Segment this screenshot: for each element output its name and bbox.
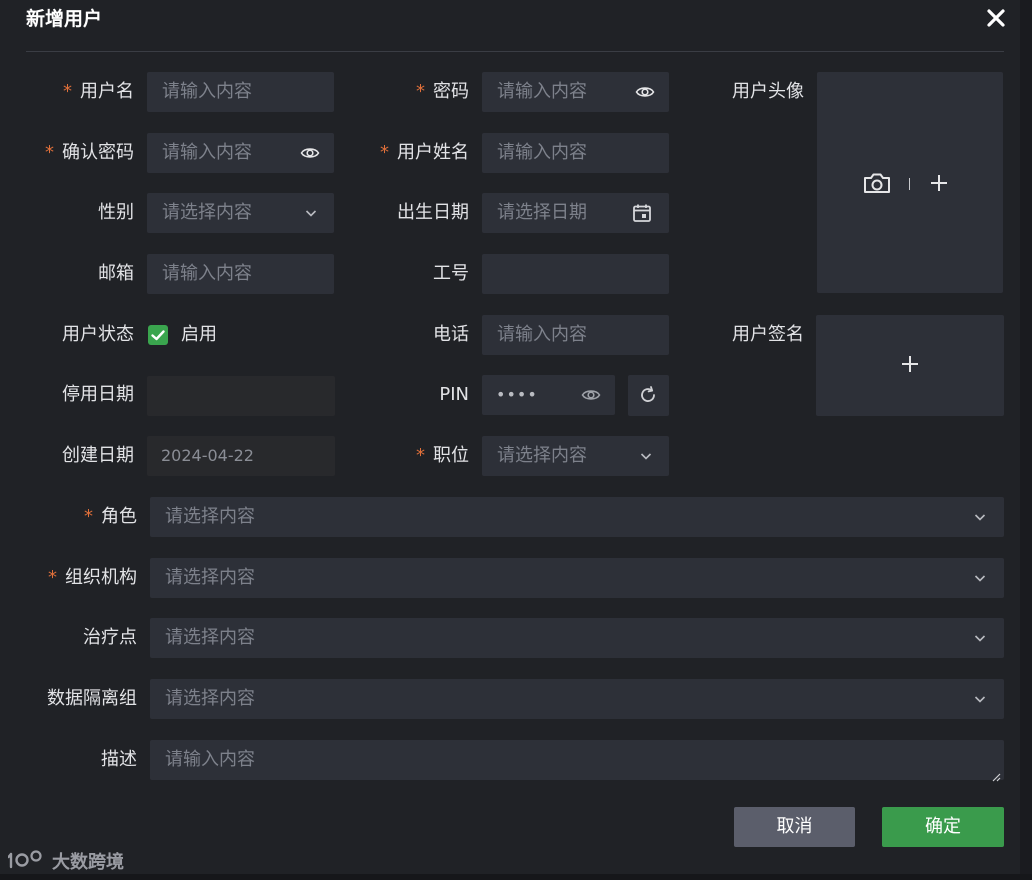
- required-mark: *: [45, 142, 54, 163]
- phone-placeholder: 请输入内容: [497, 324, 587, 345]
- username-placeholder: 请输入内容: [162, 81, 252, 102]
- position-label: * 职位: [416, 445, 469, 466]
- chevron-down-icon: [970, 628, 990, 648]
- treatment-point-placeholder: 请选择内容: [165, 627, 255, 648]
- treatment-point-label: 治疗点: [83, 627, 137, 648]
- header-divider: [26, 51, 1004, 52]
- pin-value: ••••: [496, 385, 538, 404]
- disable-date-label: 停用日期: [62, 384, 134, 405]
- chevron-down-icon: [970, 507, 990, 527]
- treatment-point-select[interactable]: 请选择内容: [150, 618, 1004, 658]
- email-label: 邮箱: [98, 263, 134, 284]
- page-edge-bottom: [0, 874, 1032, 880]
- chevron-down-icon: [970, 568, 990, 588]
- gender-label: 性别: [98, 202, 134, 223]
- cancel-button[interactable]: 取消: [734, 807, 855, 847]
- description-placeholder: 请输入内容: [165, 749, 255, 770]
- required-mark: *: [63, 81, 72, 102]
- real-name-label: * 用户姓名: [380, 142, 469, 163]
- confirm-password-label: * 确认密码: [45, 142, 134, 163]
- close-icon[interactable]: [984, 6, 1008, 30]
- create-date-input: 2024-04-22: [147, 436, 335, 476]
- signature-label: 用户签名: [732, 324, 804, 345]
- position-select[interactable]: 请选择内容: [482, 436, 669, 476]
- required-mark: *: [380, 142, 389, 163]
- pin-input[interactable]: ••••: [482, 375, 615, 415]
- organization-select[interactable]: 请选择内容: [150, 558, 1004, 598]
- birth-date-placeholder: 请选择日期: [497, 202, 587, 223]
- password-placeholder: 请输入内容: [497, 81, 587, 102]
- eye-icon[interactable]: [581, 385, 601, 405]
- email-placeholder: 请输入内容: [162, 263, 252, 284]
- dialog-title: 新增用户: [26, 8, 103, 30]
- phone-label: 电话: [433, 324, 469, 345]
- email-input[interactable]: 请输入内容: [147, 254, 334, 294]
- chevron-down-icon: [970, 689, 990, 709]
- username-label: * 用户名: [63, 81, 134, 102]
- role-placeholder: 请选择内容: [165, 506, 255, 527]
- pin-label: PIN: [439, 384, 469, 405]
- avatar-separator: [909, 178, 910, 190]
- role-label: * 角色: [84, 506, 137, 527]
- required-mark: *: [84, 506, 93, 527]
- camera-icon: [862, 171, 892, 199]
- birth-date-picker[interactable]: 请选择日期: [482, 193, 669, 233]
- description-label: 描述: [101, 749, 137, 770]
- calendar-icon[interactable]: [632, 203, 652, 223]
- create-date-label: 创建日期: [62, 445, 134, 466]
- status-checkbox[interactable]: [148, 325, 168, 345]
- role-select[interactable]: 请选择内容: [150, 497, 1004, 537]
- password-label: * 密码: [416, 81, 469, 102]
- username-input[interactable]: 请输入内容: [147, 72, 334, 112]
- real-name-input[interactable]: 请输入内容: [482, 133, 669, 173]
- avatar-upload[interactable]: [817, 72, 1003, 293]
- check-icon: [151, 330, 165, 341]
- create-date-value: 2024-04-22: [161, 446, 254, 465]
- page-edge-right: [1020, 0, 1032, 880]
- watermark: 大数跨境: [7, 848, 124, 875]
- password-input[interactable]: 请输入内容: [482, 72, 669, 112]
- eye-icon[interactable]: [635, 82, 655, 102]
- status-label: 用户状态: [62, 324, 134, 345]
- plus-icon: [901, 355, 919, 377]
- data-isolation-group-placeholder: 请选择内容: [165, 688, 255, 709]
- birth-date-label: 出生日期: [397, 202, 469, 223]
- employee-no-input[interactable]: [482, 254, 669, 294]
- phone-input[interactable]: 请输入内容: [482, 315, 669, 355]
- chevron-down-icon: [301, 203, 321, 223]
- add-user-dialog: 新增用户 * 用户名 请输入内容 * 密码 请输入内容 用户头像 * 确认密码 请输入…: [0, 0, 1032, 880]
- status-checkbox-label[interactable]: 启用: [181, 315, 217, 355]
- eye-icon[interactable]: [300, 143, 320, 163]
- employee-no-label: 工号: [433, 263, 469, 284]
- disable-date-input: [147, 376, 335, 416]
- required-mark: *: [416, 81, 425, 102]
- avatar-label: 用户头像: [732, 81, 804, 102]
- required-mark: *: [48, 567, 57, 588]
- position-placeholder: 请选择内容: [497, 445, 587, 466]
- plus-icon: [930, 174, 948, 196]
- confirm-password-input[interactable]: 请输入内容: [147, 133, 334, 173]
- refresh-icon: [638, 385, 658, 409]
- required-mark: *: [416, 445, 425, 466]
- data-isolation-group-select[interactable]: 请选择内容: [150, 679, 1004, 719]
- confirm-password-placeholder: 请输入内容: [162, 142, 252, 163]
- organization-label: * 组织机构: [48, 567, 137, 588]
- watermark-text: 大数跨境: [52, 852, 124, 873]
- refresh-pin-button[interactable]: [628, 375, 669, 416]
- gender-select[interactable]: 请选择内容: [147, 193, 334, 233]
- confirm-button[interactable]: 确定: [882, 807, 1004, 847]
- watermark-logo: [7, 848, 46, 875]
- data-isolation-group-label: 数据隔离组: [47, 688, 137, 709]
- organization-placeholder: 请选择内容: [165, 567, 255, 588]
- resize-handle-icon[interactable]: [991, 767, 1001, 786]
- real-name-placeholder: 请输入内容: [497, 142, 587, 163]
- chevron-down-icon: [636, 446, 656, 466]
- description-textarea[interactable]: 请输入内容: [150, 740, 1004, 782]
- gender-placeholder: 请选择内容: [162, 202, 252, 223]
- signature-upload[interactable]: [816, 315, 1004, 416]
